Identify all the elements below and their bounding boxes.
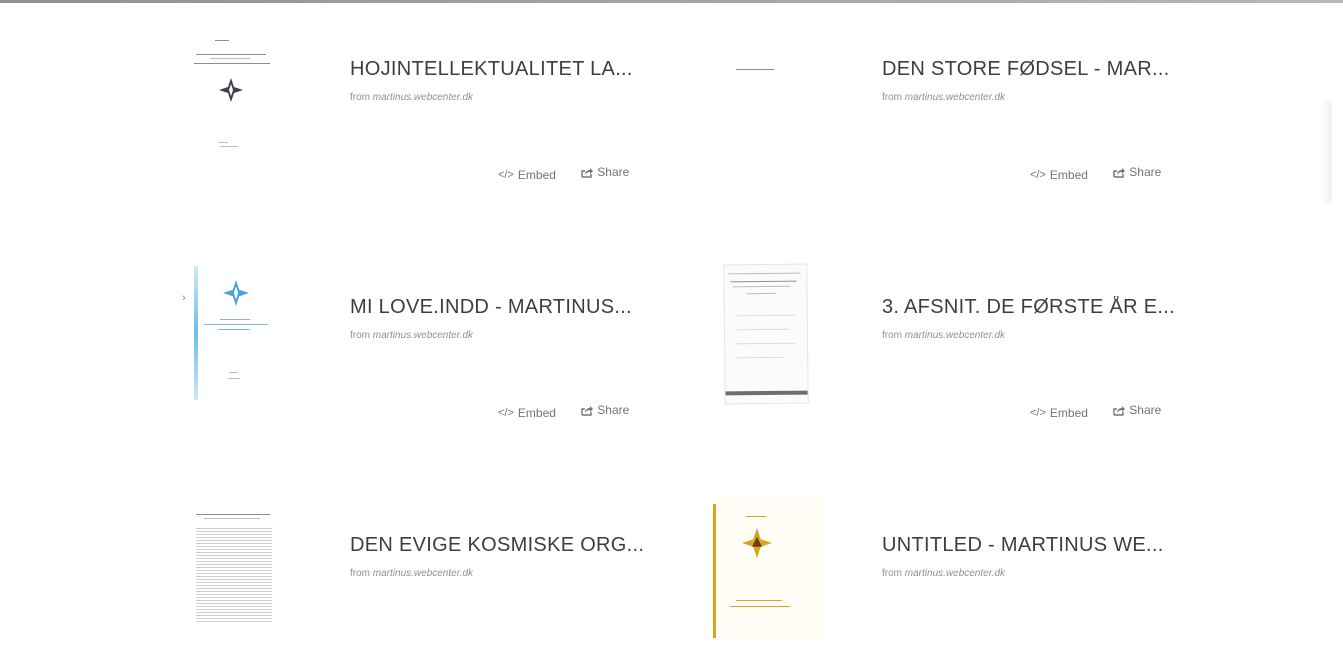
document-title[interactable]: 3. AFSNIT. DE FØRSTE ÅR E... (882, 296, 1182, 319)
embed-button[interactable]: </> Embed (498, 168, 556, 182)
card-actions: </> Embed Share (1030, 165, 1183, 182)
source-site[interactable]: martinus.webcenter.dk (373, 568, 473, 579)
top-divider (0, 0, 1343, 3)
source-label: from martinus.webcenter.dk (350, 330, 474, 341)
result-card: 3. AFSNIT. DE FØRSTE ÅR E... from martin… (722, 263, 1192, 424)
document-thumbnail[interactable]: › (182, 266, 290, 414)
code-icon: </> (1030, 168, 1046, 181)
share-button[interactable]: Share (1113, 403, 1161, 417)
share-button[interactable]: Share (581, 403, 629, 417)
source-site[interactable]: martinus.webcenter.dk (373, 92, 473, 103)
source-label: from martinus.webcenter.dk (350, 568, 474, 579)
code-icon: </> (498, 168, 514, 181)
document-title[interactable]: DEN STORE FØDSEL - MAR... (882, 58, 1182, 81)
embed-button[interactable]: </> Embed (1030, 168, 1088, 182)
document-thumbnail[interactable] (712, 494, 822, 652)
source-label: from martinus.webcenter.dk (882, 330, 1006, 341)
source-label: from martinus.webcenter.dk (882, 568, 1006, 579)
document-thumbnail[interactable] (722, 263, 822, 414)
document-title[interactable]: DEN EVIGE KOSMISKE ORG... (350, 534, 650, 557)
embed-button[interactable]: </> Embed (1030, 406, 1088, 420)
document-title[interactable]: UNTITLED - MARTINUS WE... (882, 534, 1182, 557)
embed-button[interactable]: </> Embed (498, 406, 556, 420)
share-icon (581, 167, 594, 178)
document-thumbnail[interactable] (190, 512, 290, 652)
share-icon (1113, 405, 1126, 416)
result-card: UNTITLED - MARTINUS WE... from martinus.… (712, 494, 1192, 662)
card-actions: </> Embed Share (498, 165, 651, 182)
scroll-edge (1318, 100, 1332, 204)
document-thumbnail[interactable] (190, 36, 290, 176)
share-icon (1113, 167, 1126, 178)
code-icon: </> (1030, 406, 1046, 419)
result-card: DEN EVIGE KOSMISKE ORG... from martinus.… (190, 512, 660, 662)
share-button[interactable]: Share (1113, 165, 1161, 179)
card-actions: </> Embed Share (498, 403, 651, 420)
source-label: from martinus.webcenter.dk (350, 92, 474, 103)
document-thumbnail[interactable] (722, 36, 822, 176)
source-site[interactable]: martinus.webcenter.dk (905, 568, 1005, 579)
document-title[interactable]: MI LOVE.INDD - MARTINUS... (350, 296, 650, 319)
result-card: DEN STORE FØDSEL - MAR... from martinus.… (722, 36, 1192, 186)
chevron-right-icon: › (182, 292, 186, 304)
source-site[interactable]: martinus.webcenter.dk (905, 92, 1005, 103)
result-card: › MI LOVE.INDD - MARTINUS... from martin… (182, 266, 660, 424)
share-button[interactable]: Share (581, 165, 629, 179)
document-title[interactable]: HOJINTELLEKTUALITET LA... (350, 58, 650, 81)
result-card: HOJINTELLEKTUALITET LA... from martinus.… (190, 36, 660, 186)
card-actions: </> Embed Share (1030, 403, 1183, 420)
share-icon (581, 405, 594, 416)
source-site[interactable]: martinus.webcenter.dk (373, 330, 473, 341)
source-label: from martinus.webcenter.dk (882, 92, 1006, 103)
code-icon: </> (498, 406, 514, 419)
source-site[interactable]: martinus.webcenter.dk (905, 330, 1005, 341)
